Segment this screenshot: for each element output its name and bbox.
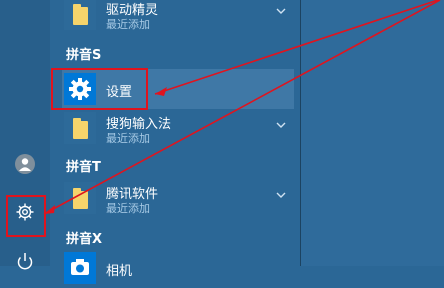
annotation-arrows bbox=[43, 0, 441, 215]
